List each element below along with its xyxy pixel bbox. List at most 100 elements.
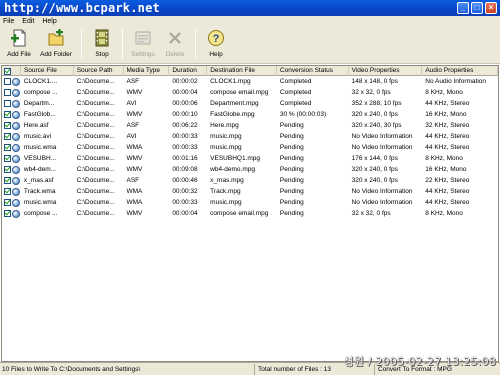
delete-button[interactable]: Delete [159, 26, 191, 62]
cell-duration: 00:00:33 [172, 199, 198, 206]
cell-conversion-status: 30 % (00:00:03) [279, 111, 327, 118]
row-checkbox[interactable] [4, 210, 11, 217]
cell-source-file: Here.asf [23, 122, 49, 129]
select-all-checkbox[interactable] [4, 67, 11, 75]
cell-conversion-status: Completed [279, 78, 312, 85]
cell-media-type: WMA [126, 199, 143, 206]
delete-label: Delete [165, 51, 185, 58]
delete-icon [166, 29, 184, 47]
cell-destination-file: VESUBHQ1.mpg [210, 155, 261, 162]
row-select-cell [2, 131, 21, 142]
cell-media-type: WMV [126, 210, 143, 217]
cell-conversion-status: Pending [279, 210, 304, 217]
cell-source-path: C:\Docume... [76, 166, 115, 173]
add-file-icon [10, 29, 28, 47]
header-select-all[interactable] [2, 66, 21, 76]
row-checkbox[interactable] [4, 100, 11, 107]
cell-media-type: AVI [126, 133, 137, 140]
table-row[interactable]: x_mas.asf C:\Docume... ASF 00:00:46 x_mas.mp… [2, 175, 498, 186]
header-video-properties[interactable]: Video Properties [349, 66, 423, 76]
header-media-type[interactable]: Media Type [124, 66, 170, 76]
header-source-file[interactable]: Source File [21, 66, 74, 76]
add-folder-button[interactable]: Add Folder [35, 26, 77, 62]
cell-destination-file: compose email.mpg [210, 210, 269, 217]
status-files-to-write: 10 Files to Write To C:\Documents and Se… [0, 363, 255, 375]
cell-audio-properties: 44 KHz, Stereo [425, 100, 470, 107]
row-checkbox[interactable] [4, 166, 11, 173]
cell-media-type: ASF [126, 78, 140, 85]
cell-video-properties: No Video Information [351, 133, 413, 140]
cell-video-properties: No Video Information [351, 144, 413, 151]
cell-conversion-status: Pending [279, 166, 304, 173]
row-checkbox[interactable] [4, 133, 11, 140]
minimize-button[interactable]: _ [457, 2, 469, 14]
help-button[interactable]: ? Help [200, 26, 232, 62]
row-checkbox[interactable] [4, 144, 11, 151]
cell-destination-file: Here.mpg [210, 122, 239, 129]
cell-duration: 00:00:06 [172, 100, 198, 107]
row-checkbox[interactable] [4, 111, 11, 118]
cell-media-type: WMV [126, 89, 143, 96]
cell-source-file: music.avi [23, 133, 52, 140]
cell-duration: 00:00:32 [172, 188, 198, 195]
table-row[interactable]: compose ... C:\Docume... WMV 00:00:04 compos… [2, 208, 498, 219]
menu-edit[interactable]: Edit [22, 18, 34, 25]
row-checkbox[interactable] [4, 155, 11, 162]
cell-source-file: Track.wma [23, 188, 56, 195]
media-file-icon [12, 198, 20, 207]
header-duration[interactable]: Duration [169, 66, 208, 76]
cell-audio-properties: 44 KHz, Stereo [425, 133, 470, 140]
table-row[interactable]: music.avi C:\Docume... AVI 00:00:33 music.mp… [2, 131, 498, 142]
cell-source-path: C:\Docume... [76, 188, 115, 195]
table-row[interactable]: VESUBH... C:\Docume... WMV 00:01:16 VESUBHQ1… [2, 153, 498, 164]
cell-source-path: C:\Docume... [76, 177, 115, 184]
cell-destination-file: FastGlobe.mpg [210, 111, 255, 118]
row-select-cell [2, 197, 21, 208]
add-file-label: Add File [7, 51, 31, 58]
header-audio-properties[interactable]: Audio Properties [422, 66, 498, 76]
grid-rows: CLOCK1.... C:\Docume... ASF 00:00:02 CLOCK1.… [2, 76, 498, 219]
svg-text:?: ? [213, 33, 220, 45]
table-row[interactable]: Departm... C:\Docume... AVI 00:00:06 Departm… [2, 98, 498, 109]
cell-duration: 00:00:04 [172, 210, 198, 217]
header-conversion-status[interactable]: Conversion Status [277, 66, 349, 76]
table-row[interactable]: music.wma C:\Docume... WMA 00:00:33 music.mp… [2, 142, 498, 153]
menu-file[interactable]: File [3, 18, 14, 25]
cell-source-file: music.wma [23, 144, 57, 151]
cell-duration: 00:06:22 [172, 122, 198, 129]
header-source-path[interactable]: Source Path [74, 66, 124, 76]
menu-help[interactable]: Help [42, 18, 56, 25]
row-checkbox[interactable] [4, 199, 11, 206]
cell-video-properties: 352 x 288, 10 fps [351, 100, 402, 107]
table-row[interactable]: compose ... C:\Docume... WMV 00:00:04 compos… [2, 87, 498, 98]
table-row[interactable]: wb4-dem... C:\Docume... WMV 00:09:08 wb4-dem… [2, 164, 498, 175]
cell-source-path: C:\Docume... [76, 111, 115, 118]
cell-destination-file: music.mpg [210, 144, 242, 151]
row-checkbox[interactable] [4, 89, 11, 96]
row-checkbox[interactable] [4, 177, 11, 184]
close-button[interactable]: × [485, 2, 497, 14]
cell-video-properties: 320 x 240, 0 fps [351, 166, 398, 173]
add-file-button[interactable]: Add File [3, 26, 35, 62]
cell-duration: 00:00:33 [172, 133, 198, 140]
cell-source-path: C:\Docume... [76, 89, 115, 96]
header-destination-file[interactable]: Destination File [207, 66, 277, 76]
cell-source-file: Departm... [23, 100, 55, 107]
toolbar-separator [81, 29, 82, 59]
cell-conversion-status: Pending [279, 122, 304, 129]
row-checkbox[interactable] [4, 78, 11, 85]
row-checkbox[interactable] [4, 188, 11, 195]
row-checkbox[interactable] [4, 122, 11, 129]
table-row[interactable]: FastGlob... C:\Docume... WMV 00:00:10 FastGl… [2, 109, 498, 120]
cell-audio-properties: 44 KHz, Stereo [425, 188, 470, 195]
row-select-cell [2, 164, 21, 175]
settings-button[interactable]: Settings [127, 26, 159, 62]
maximize-button[interactable]: □ [471, 2, 483, 14]
stop-button[interactable]: Stop [86, 26, 118, 62]
table-row[interactable]: music.wma C:\Docume... WMA 00:00:33 music.mp… [2, 197, 498, 208]
table-row[interactable]: Here.asf C:\Docume... ASF 00:06:22 Here.mpg P… [2, 120, 498, 131]
cell-duration: 00:00:33 [172, 144, 198, 151]
table-row[interactable]: CLOCK1.... C:\Docume... ASF 00:00:02 CLOCK1.… [2, 76, 498, 87]
table-row[interactable]: Track.wma C:\Docume... WMA 00:00:32 Track.mp… [2, 186, 498, 197]
cell-video-properties: 32 x 32, 0 fps [351, 89, 391, 96]
